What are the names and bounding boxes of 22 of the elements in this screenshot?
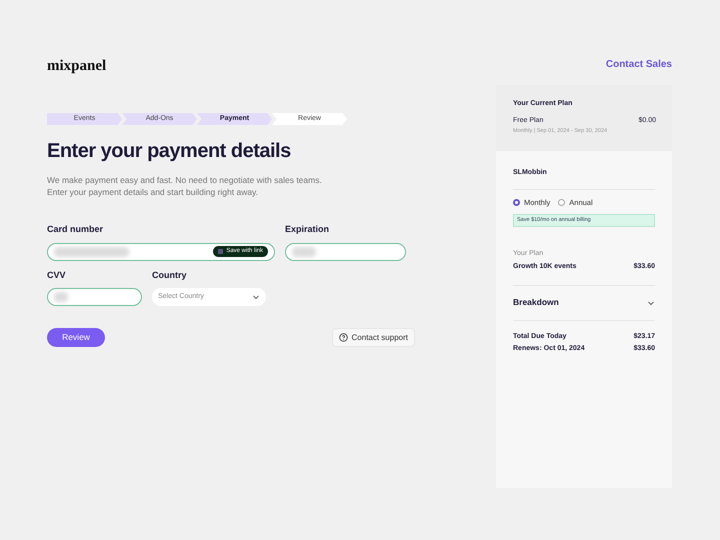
intro-text: Enter your payment details and start building right away. <box>47 186 260 198</box>
cvv-field[interactable] <box>47 288 142 306</box>
radio-button[interactable] <box>558 198 566 206</box>
radio-button[interactable] <box>513 198 520 206</box>
chevron-down-icon <box>252 293 260 301</box>
field-label: Expiration <box>285 223 330 236</box>
page-title: Enter your payment details <box>47 139 292 164</box>
redacted-value <box>54 292 68 302</box>
field-label: CVV <box>47 268 67 282</box>
expiration-field[interactable] <box>285 242 406 260</box>
review-button[interactable]: Review <box>47 328 105 347</box>
breakdown-toggle[interactable]: Breakdown <box>513 284 655 321</box>
contact-support-button[interactable]: Contact support <box>332 328 415 347</box>
contact-sales-link[interactable]: Contact Sales <box>606 57 672 71</box>
field-label: Card number <box>47 223 104 236</box>
chevron-down-icon <box>647 298 655 307</box>
logo: mixpanel <box>47 57 108 73</box>
intro-text: We make payment easy and fast. No need to negotiate with sales teams. <box>47 174 323 186</box>
checkbox-icon <box>218 249 224 254</box>
redacted-value <box>292 246 316 256</box>
field-label: Country <box>152 268 188 282</box>
help-icon <box>338 333 348 342</box>
